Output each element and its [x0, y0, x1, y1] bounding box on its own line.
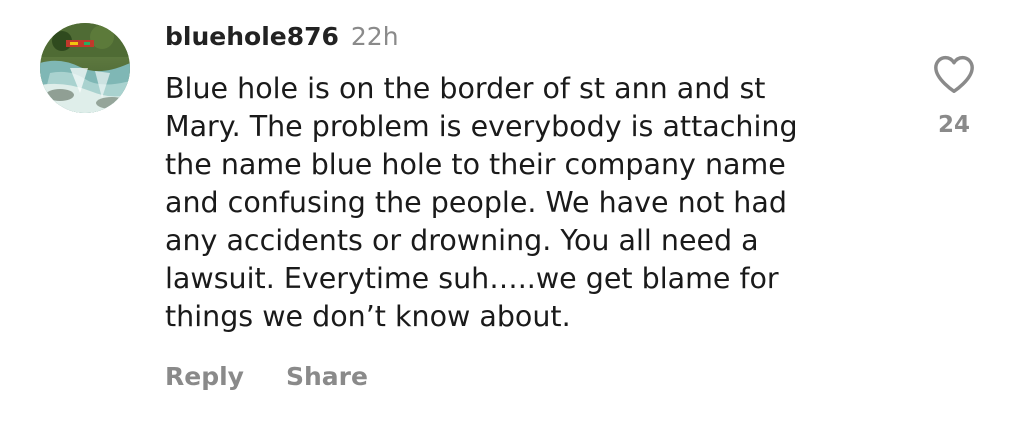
comment-text-line: Blue hole is on the border of st ann and… [165, 72, 766, 105]
comment-actions: Reply Share [165, 362, 368, 391]
reply-button[interactable]: Reply [165, 362, 244, 391]
comment-text-line: the name blue hole to their company name [165, 148, 786, 181]
comment-text-line: lawsuit. Everytime suh…..we get blame fo… [165, 262, 779, 295]
waterfall-avatar-image [40, 23, 130, 113]
comment-item: bluehole876 22h Blue hole is on the bord… [0, 0, 1024, 422]
like-control: 24 [922, 54, 986, 138]
share-button[interactable]: Share [286, 362, 368, 391]
comment-text-line: Mary. The problem is everybody is attach… [165, 110, 798, 143]
comment-text-line: any accidents or drowning. You all need … [165, 224, 759, 257]
comment-text-line: and confusing the people. We have not ha… [165, 186, 787, 219]
heart-outline-icon[interactable] [932, 54, 976, 94]
avatar[interactable] [40, 23, 130, 113]
comment-text-line: things we don’t know about. [165, 300, 571, 333]
username-link[interactable]: bluehole876 [165, 22, 339, 51]
timestamp: 22h [350, 22, 399, 51]
comment-header: bluehole876 22h [165, 22, 399, 54]
comment-text: Blue hole is on the border of st ann and… [165, 70, 885, 336]
like-count: 24 [937, 112, 970, 138]
